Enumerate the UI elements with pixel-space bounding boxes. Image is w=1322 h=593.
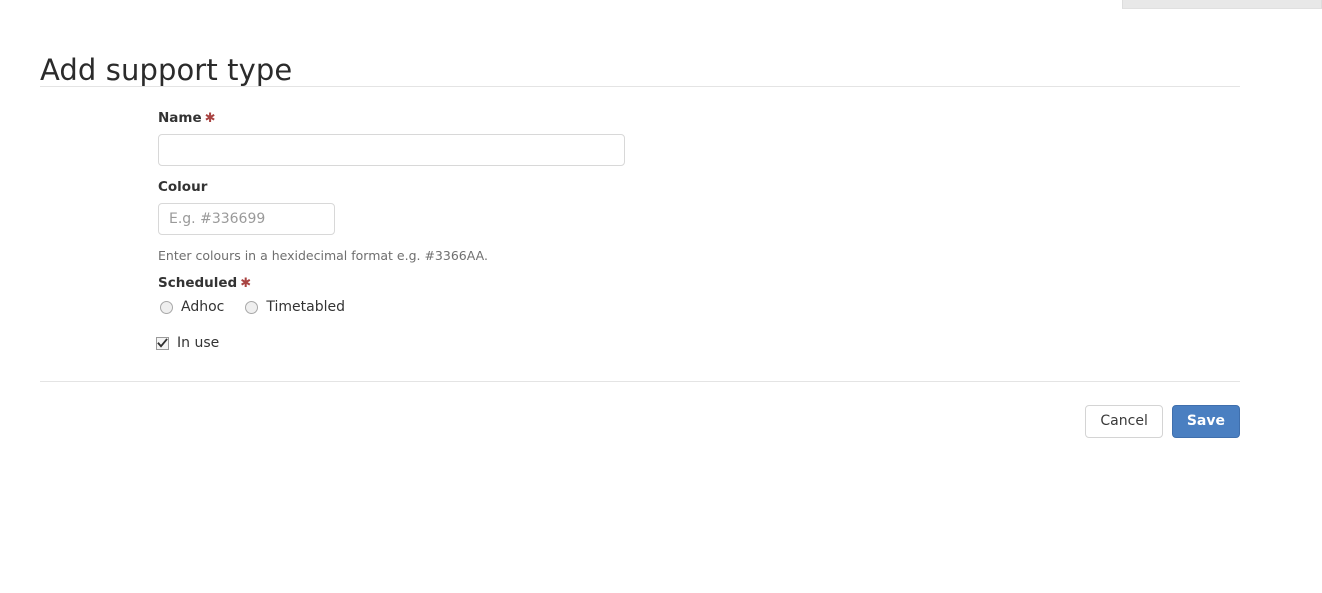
scheduled-label-text: Scheduled	[158, 275, 238, 291]
in-use-checkbox-row[interactable]: In use	[156, 334, 219, 352]
name-input[interactable]	[158, 134, 625, 166]
header-divider	[40, 86, 1240, 87]
save-button[interactable]: Save	[1171, 404, 1240, 438]
radio-unchecked-icon[interactable]	[160, 300, 173, 314]
scheduled-required-icon: ✱	[240, 276, 252, 291]
name-label-text: Name	[158, 110, 202, 126]
name-required-icon: ✱	[204, 111, 216, 126]
form-actions: Cancel Save	[40, 404, 1240, 438]
scheduled-option-adhoc[interactable]: Adhoc	[160, 298, 224, 316]
colour-help-text: Enter colours in a hexidecimal format e.…	[158, 248, 488, 263]
support-type-form: Name✱ Colour Enter colours in a hexideci…	[156, 109, 1240, 351]
cancel-button[interactable]: Cancel	[1085, 404, 1163, 438]
colour-label: Colour	[158, 178, 207, 196]
page-title: Add support type	[40, 53, 293, 88]
scheduled-option-adhoc-label: Adhoc	[181, 299, 225, 315]
scheduled-option-timetabled-label: Timetabled	[266, 299, 345, 315]
in-use-label: In use	[177, 335, 220, 351]
scheduled-radio-group: Adhoc Timetabled	[160, 298, 366, 316]
checkbox-checked-icon[interactable]	[156, 336, 169, 350]
add-support-type-page: Add support type Name✱ Colour Enter colo…	[0, 0, 1322, 593]
colour-label-text: Colour	[158, 179, 208, 195]
radio-unchecked-icon[interactable]	[245, 300, 259, 314]
scheduled-label: Scheduled ✱	[158, 274, 251, 292]
name-label: Name ✱	[158, 109, 1240, 127]
footer-divider	[40, 381, 1240, 382]
colour-input[interactable]	[158, 203, 335, 235]
scheduled-option-timetabled[interactable]: Timetabled	[245, 298, 345, 316]
